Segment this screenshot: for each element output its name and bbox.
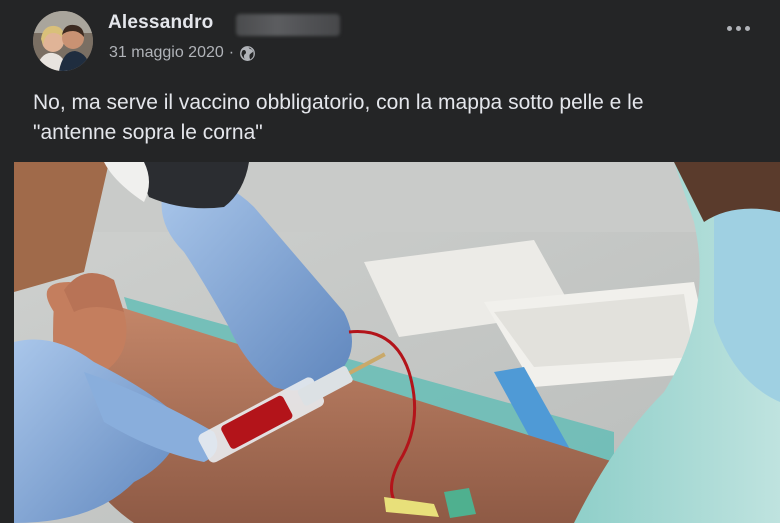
avatar-photo [33,11,93,71]
post-date[interactable]: 31 maggio 2020 [109,44,224,62]
post-text-line-1: No, ma serve il vaccino obbligatorio, co… [33,91,644,114]
facebook-post: Alessandro 31 maggio 2020 · No, ma serve… [0,0,780,523]
author-name[interactable]: Alessandro [108,12,213,34]
more-options-icon[interactable] [727,26,750,31]
avatar[interactable] [33,11,93,71]
photo-illustration [14,162,780,523]
blood-draw-photo[interactable] [14,162,780,523]
post-text-line-2: "antenne sopra le corna" [33,121,263,144]
more-dot [745,26,750,31]
meta-separator: · [228,44,235,61]
more-dot [727,26,732,31]
post-meta: 31 maggio 2020 · [109,44,256,62]
more-dot [736,26,741,31]
globe-icon[interactable] [239,45,256,62]
redacted-surname [236,14,340,36]
post-text: No, ma serve il vaccino obbligatorio, co… [33,88,763,148]
